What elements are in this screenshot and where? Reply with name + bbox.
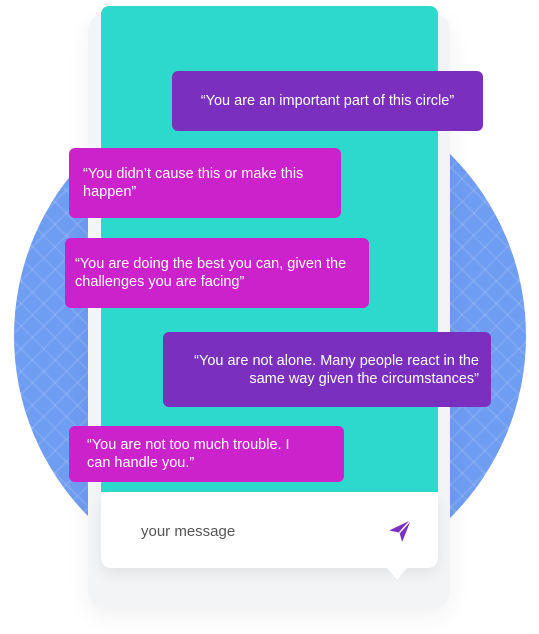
phone-frame-tail bbox=[392, 598, 416, 612]
message-text: “You are not alone. Many people react in… bbox=[194, 352, 479, 387]
send-button[interactable] bbox=[385, 516, 415, 546]
message-text: “You are not too much trouble. I can han… bbox=[87, 437, 290, 471]
message-bubble: “You are doing the best you can, given t… bbox=[65, 238, 369, 308]
message-text: “You didn’t cause this or make this happ… bbox=[83, 166, 304, 200]
message-text: “You are doing the best you can, given t… bbox=[75, 256, 347, 290]
message-text: “You are an important part of this circl… bbox=[200, 93, 455, 109]
paper-plane-icon bbox=[389, 519, 412, 542]
message-input-bar bbox=[101, 492, 438, 580]
message-bubble: “You are an important part of this circl… bbox=[172, 71, 483, 131]
message-input[interactable] bbox=[141, 520, 361, 542]
message-bubble: “You didn’t cause this or make this happ… bbox=[69, 148, 341, 218]
message-bubble: “You are not alone. Many people react in… bbox=[163, 332, 491, 407]
input-bar-tail bbox=[387, 568, 407, 580]
message-bubble: “You are not too much trouble. I can han… bbox=[69, 426, 344, 482]
